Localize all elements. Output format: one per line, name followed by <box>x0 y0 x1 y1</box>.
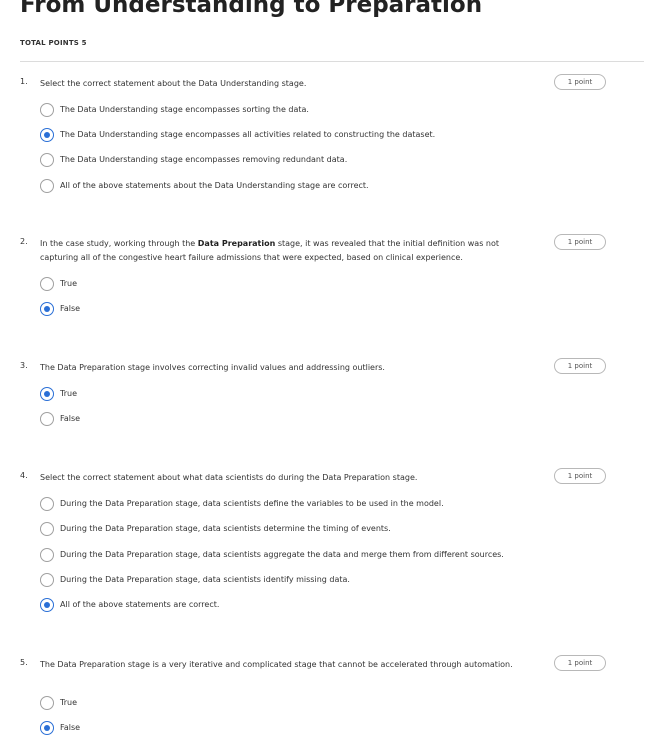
option-label[interactable]: During the Data Preparation stage, data … <box>60 574 350 586</box>
option-label[interactable]: The Data Understanding stage encompasses… <box>60 129 435 141</box>
total-points: TOTAL POINTS 5 <box>20 39 87 47</box>
option-label[interactable]: False <box>60 413 80 425</box>
radio-button[interactable] <box>40 153 54 167</box>
question-number: 2. <box>20 237 28 246</box>
option-label[interactable]: False <box>60 303 80 315</box>
points-badge: 1 point <box>554 358 606 374</box>
radio-button[interactable] <box>40 103 54 117</box>
question-text: Select the correct statement about the D… <box>40 79 307 88</box>
option-label[interactable]: True <box>60 697 77 709</box>
radio-button[interactable] <box>40 179 54 193</box>
radio-button[interactable] <box>40 387 54 401</box>
points-badge: 1 point <box>554 468 606 484</box>
radio-button[interactable] <box>40 277 54 291</box>
question-number: 4. <box>20 471 28 480</box>
radio-button[interactable] <box>40 696 54 710</box>
question-number: 3. <box>20 361 28 370</box>
question-text: Select the correct statement about what … <box>40 473 418 482</box>
option-label[interactable]: True <box>60 278 77 290</box>
points-badge: 1 point <box>554 74 606 90</box>
option-label[interactable]: All of the above statements are correct. <box>60 599 219 611</box>
radio-button[interactable] <box>40 522 54 536</box>
radio-button[interactable] <box>40 412 54 426</box>
radio-button[interactable] <box>40 302 54 316</box>
question-text: The Data Preparation stage is a very ite… <box>40 660 513 669</box>
question-number: 5. <box>20 658 28 667</box>
question-number: 1. <box>20 77 28 86</box>
radio-button[interactable] <box>40 497 54 511</box>
option-label[interactable]: During the Data Preparation stage, data … <box>60 523 391 535</box>
radio-button[interactable] <box>40 548 54 562</box>
option-label[interactable]: During the Data Preparation stage, data … <box>60 549 504 561</box>
option-label[interactable]: True <box>60 388 77 400</box>
points-badge: 1 point <box>554 655 606 671</box>
header-divider <box>20 61 644 62</box>
question-text-bold: Data Preparation <box>197 239 276 248</box>
question-text: The Data Preparation stage involves corr… <box>40 363 385 372</box>
radio-button[interactable] <box>40 721 54 735</box>
question-text: In the case study, working through the D… <box>40 237 520 265</box>
option-label[interactable]: The Data Understanding stage encompasses… <box>60 104 309 116</box>
points-badge: 1 point <box>554 234 606 250</box>
option-label[interactable]: False <box>60 722 80 734</box>
radio-button[interactable] <box>40 128 54 142</box>
question-text-start: In the case study, working through the <box>40 239 198 248</box>
radio-button[interactable] <box>40 573 54 587</box>
option-label[interactable]: The Data Understanding stage encompasses… <box>60 154 347 166</box>
option-label[interactable]: During the Data Preparation stage, data … <box>60 498 444 510</box>
page-title: From Understanding to Preparation <box>20 0 483 18</box>
option-label[interactable]: All of the above statements about the Da… <box>60 180 369 192</box>
radio-button[interactable] <box>40 598 54 612</box>
